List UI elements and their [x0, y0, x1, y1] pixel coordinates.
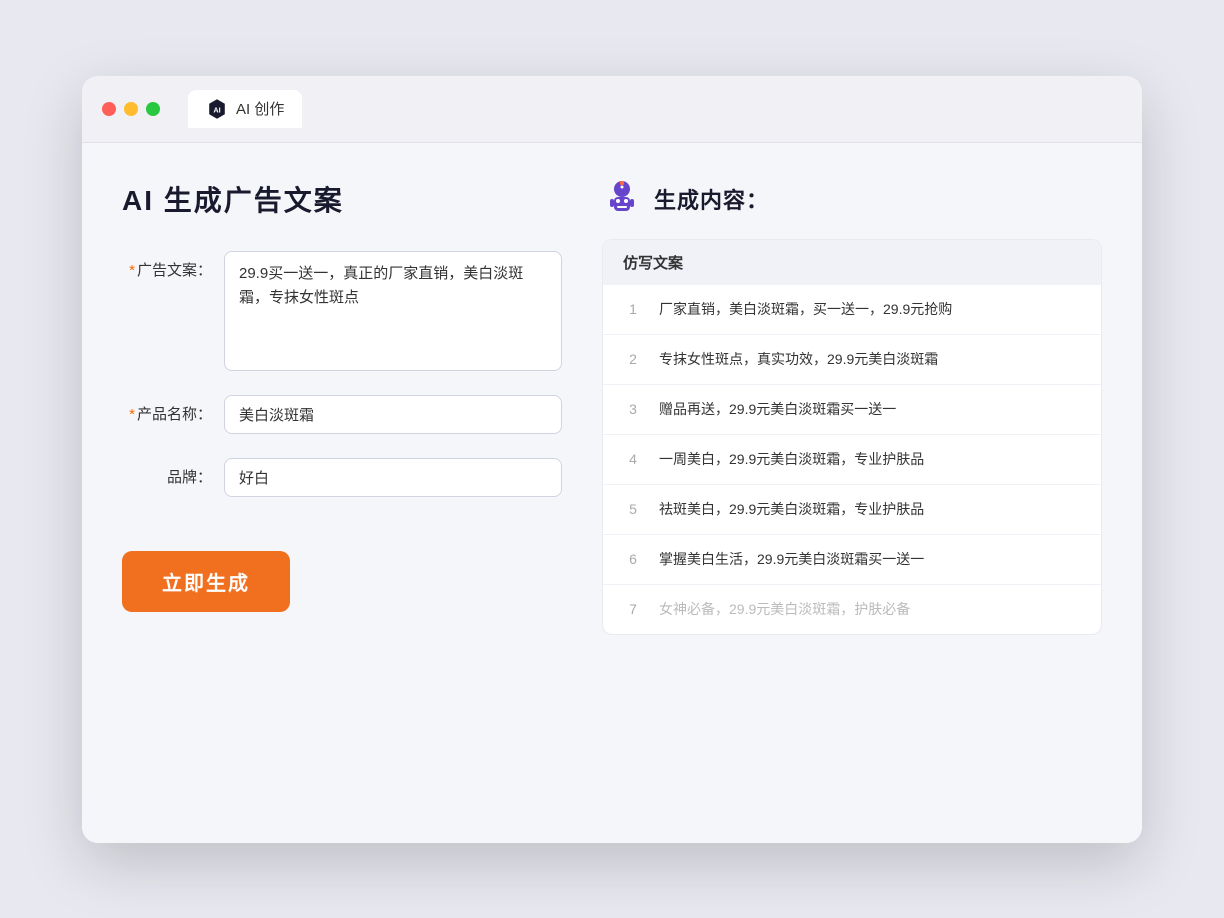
row-number: 2: [623, 351, 643, 367]
copy-icon[interactable]: [1061, 599, 1081, 619]
row-text: 专抹女性斑点，真实功效，29.9元美白淡斑霜: [659, 349, 1045, 370]
results-table: 仿写文案 1 厂家直销，美白淡斑霜，买一送一，29.9元抢购 2 专抹女性斑点，真实…: [602, 239, 1102, 635]
browser-window: AI AI 创作 AI 生成广告文案 *广告文案： *产品名称：: [82, 76, 1142, 843]
table-row: 2 专抹女性斑点，真实功效，29.9元美白淡斑霜: [603, 335, 1101, 385]
row-number: 6: [623, 551, 643, 567]
ai-tab[interactable]: AI AI 创作: [188, 90, 302, 128]
tab-label: AI 创作: [236, 98, 284, 119]
row-text: 女神必备，29.9元美白淡斑霜，护肤必备: [659, 599, 1045, 620]
table-row: 5 祛斑美白，29.9元美白淡斑霜，专业护肤品: [603, 485, 1101, 535]
copy-icon[interactable]: [1061, 399, 1081, 419]
copy-icon[interactable]: [1061, 349, 1081, 369]
row-text: 祛斑美白，29.9元美白淡斑霜，专业护肤品: [659, 499, 1045, 520]
row-number: 7: [623, 601, 643, 617]
product-required-star: *: [129, 406, 135, 423]
row-text: 掌握美白生活，29.9元美白淡斑霜买一送一: [659, 549, 1045, 570]
right-panel: 生成内容： 仿写文案 1 厂家直销，美白淡斑霜，买一送一，29.9元抢购 2 专抹女…: [602, 179, 1102, 807]
traffic-lights: [102, 102, 160, 116]
left-panel: AI 生成广告文案 *广告文案： *产品名称： 品牌： 立: [122, 179, 562, 807]
main-content: AI 生成广告文案 *广告文案： *产品名称： 品牌： 立: [82, 143, 1142, 843]
copy-icon[interactable]: [1061, 449, 1081, 469]
row-number: 5: [623, 501, 643, 517]
row-number: 1: [623, 301, 643, 317]
product-name-group: *产品名称：: [122, 395, 562, 434]
brand-label: 品牌：: [122, 458, 212, 487]
table-header: 仿写文案: [603, 240, 1101, 285]
robot-icon: [602, 179, 642, 219]
table-row: 3 赠品再送，29.9元美白淡斑霜买一送一: [603, 385, 1101, 435]
copy-icon[interactable]: [1061, 499, 1081, 519]
product-name-label: *产品名称：: [122, 395, 212, 424]
generate-button[interactable]: 立即生成: [122, 551, 290, 612]
product-name-input[interactable]: [224, 395, 562, 434]
close-button[interactable]: [102, 102, 116, 116]
maximize-button[interactable]: [146, 102, 160, 116]
ai-tab-icon: AI: [206, 98, 228, 120]
page-title: AI 生成广告文案: [122, 179, 562, 219]
results-title: 生成内容：: [654, 183, 769, 215]
ad-copy-input[interactable]: [224, 251, 562, 371]
ad-copy-required-star: *: [129, 262, 135, 279]
row-number: 4: [623, 451, 643, 467]
copy-icon[interactable]: [1061, 299, 1081, 319]
table-row: 6 掌握美白生活，29.9元美白淡斑霜买一送一: [603, 535, 1101, 585]
title-bar: AI AI 创作: [82, 76, 1142, 143]
table-row: 4 一周美白，29.9元美白淡斑霜，专业护肤品: [603, 435, 1101, 485]
minimize-button[interactable]: [124, 102, 138, 116]
brand-group: 品牌：: [122, 458, 562, 497]
row-text: 一周美白，29.9元美白淡斑霜，专业护肤品: [659, 449, 1045, 470]
row-number: 3: [623, 401, 643, 417]
row-text: 赠品再送，29.9元美白淡斑霜买一送一: [659, 399, 1045, 420]
copy-icon[interactable]: [1061, 549, 1081, 569]
table-row: 1 厂家直销，美白淡斑霜，买一送一，29.9元抢购: [603, 285, 1101, 335]
ad-copy-group: *广告文案：: [122, 251, 562, 371]
brand-input[interactable]: [224, 458, 562, 497]
ad-copy-label: *广告文案：: [122, 251, 212, 280]
table-row: 7 女神必备，29.9元美白淡斑霜，护肤必备: [603, 585, 1101, 634]
svg-text:AI: AI: [213, 105, 220, 114]
results-header: 生成内容：: [602, 179, 1102, 219]
row-text: 厂家直销，美白淡斑霜，买一送一，29.9元抢购: [659, 299, 1045, 320]
